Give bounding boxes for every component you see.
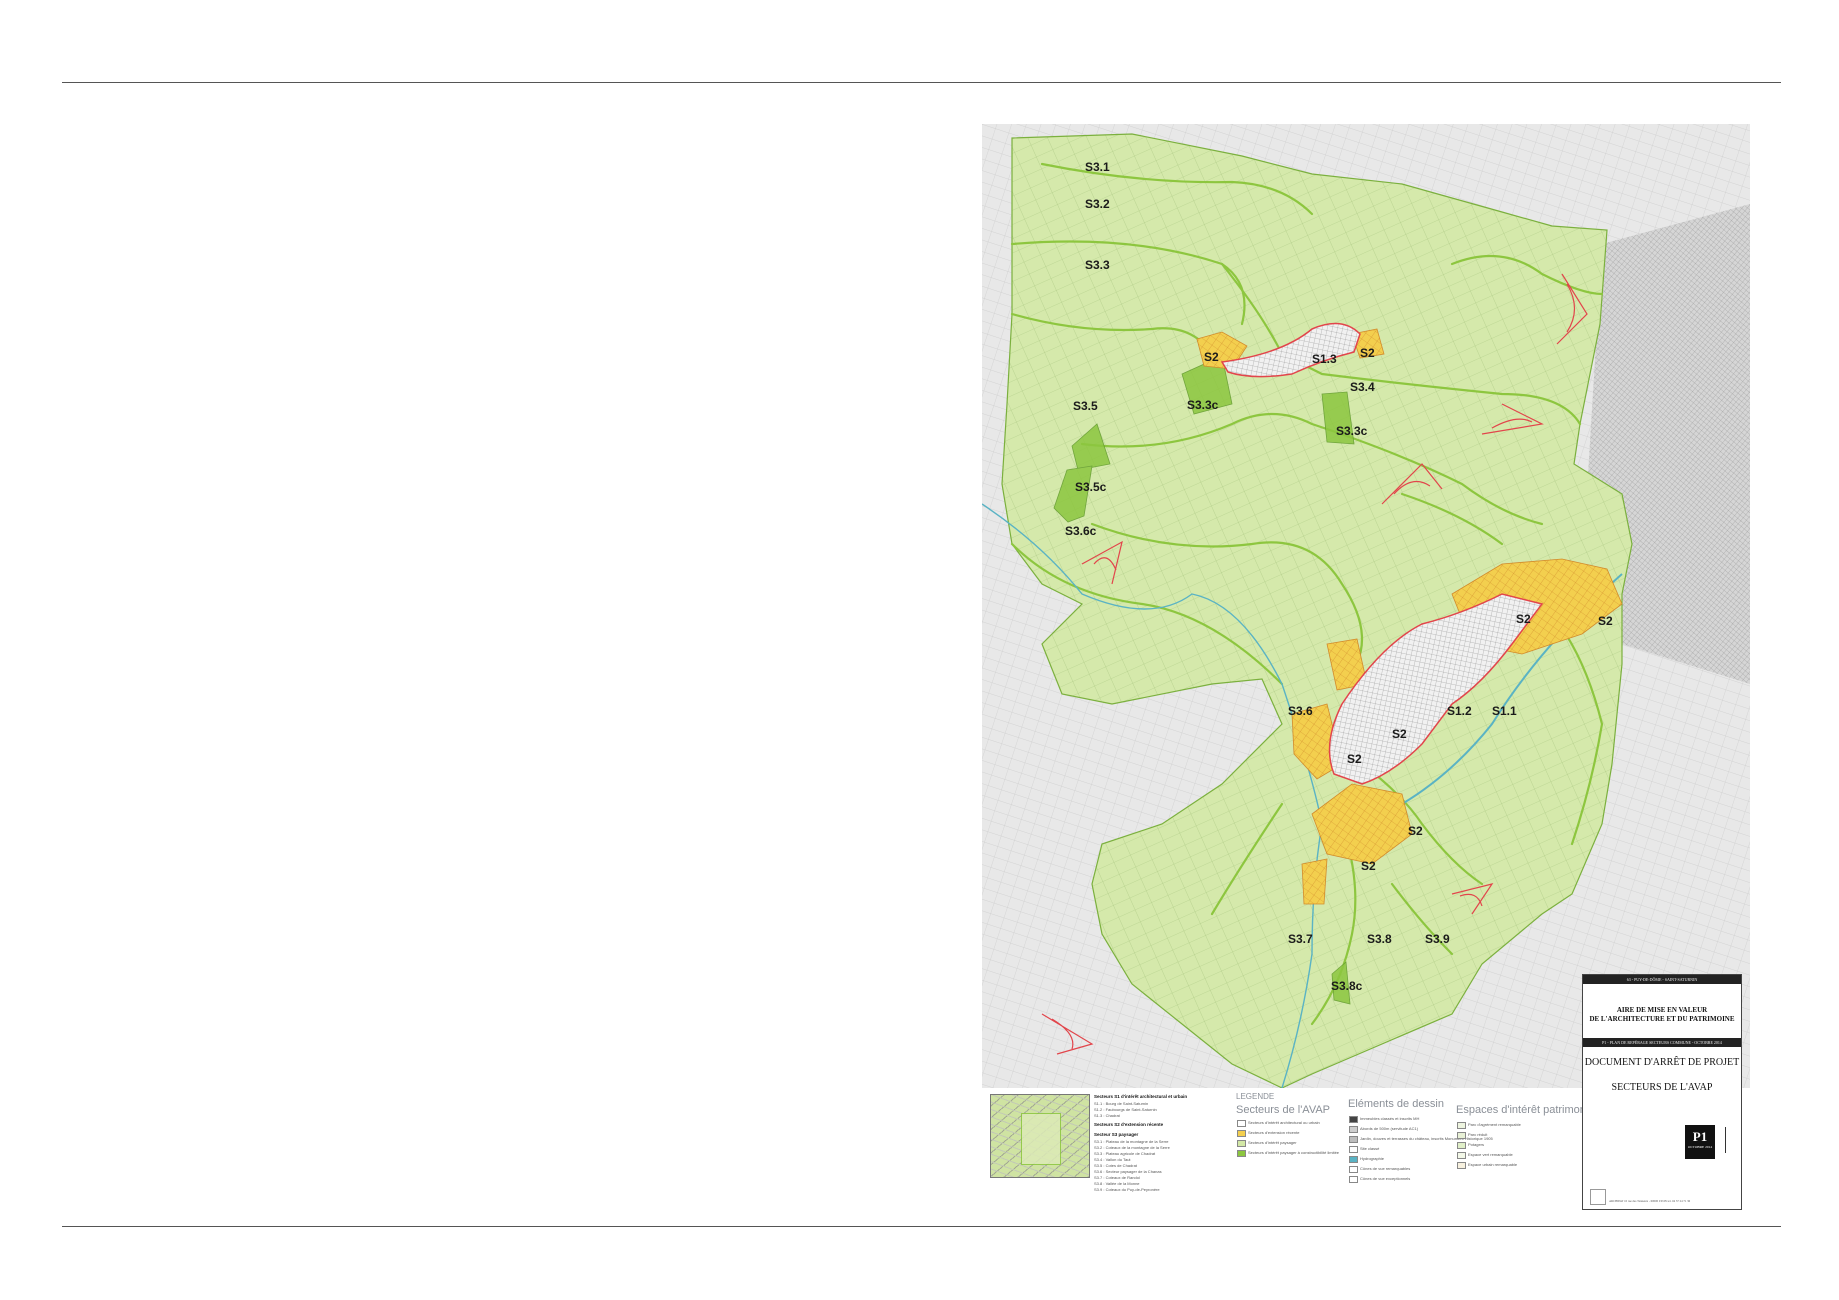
legend-space-swatch (1457, 1142, 1466, 1149)
sector-label-s2-a: S2 (1204, 350, 1219, 364)
legend-element-swatch (1349, 1116, 1358, 1123)
sector-label-s2-g: S2 (1408, 824, 1423, 838)
legend-s3-title: Secteur S3 paysager (1094, 1132, 1139, 1137)
title-block-subheader: P1 - PLAN DE REPÉRAGE SECTEURS COMMUNE -… (1583, 1038, 1741, 1047)
title-block-doc-type: DOCUMENT D'ARRÊT DE PROJET (1584, 1057, 1740, 1068)
legend-space-item: Espace urbain remarquable (1468, 1162, 1518, 1167)
sector-label-s2-e: S2 (1392, 727, 1407, 741)
legend-spaces-heading: Espaces d'intérêt patrimonial (1456, 1104, 1597, 1116)
legend-element-swatch (1349, 1126, 1358, 1133)
legend-sector-swatch (1237, 1130, 1246, 1137)
legend-sector-swatch (1237, 1120, 1246, 1127)
sheet-date: OCTOBRE 2014 (1687, 1145, 1713, 1149)
sector-label-s3-5c: S3.5c (1075, 480, 1107, 494)
legend-element-swatch (1349, 1156, 1358, 1163)
legend-element-item: Hydrographie (1360, 1156, 1385, 1161)
legend-s3-item: S3.1 : Plateau de la montagne de la Serr… (1094, 1139, 1169, 1144)
sector-label-s3-2: S3.2 (1085, 197, 1110, 211)
legend-element-item: Cônes de vue remarquables (1360, 1166, 1411, 1171)
sector-label-s2-h: S2 (1361, 859, 1376, 873)
title-block-footer: ARCHIPAT 10 rue des Tanneurs - 60000 LYO… (1609, 1199, 1691, 1203)
legend-element-swatch (1349, 1146, 1358, 1153)
legend-space-swatch (1457, 1152, 1466, 1159)
bottom-rule (62, 1226, 1781, 1227)
legend-inset-map (990, 1094, 1090, 1178)
sector-label-s1-2: S1.2 (1447, 704, 1472, 718)
title-block-stamp (1590, 1189, 1606, 1205)
legend-s1-item: S1.2 : Faubourgs de Saint-Saturnin (1094, 1107, 1157, 1112)
legend-s3-item: S3.7 : Coteaux de Randol (1094, 1175, 1140, 1180)
title-block: 63 - PUY-DE-DÔME - SAINT-SATURNIN AIRE D… (1582, 974, 1742, 1210)
title-block-doc-title: SECTEURS DE L'AVAP (1611, 1082, 1713, 1093)
legend-space-item: Potagers (1468, 1142, 1485, 1147)
sector-label-s2-b: S2 (1360, 346, 1375, 360)
legend-element-swatch (1349, 1136, 1358, 1143)
legend-space-swatch (1457, 1132, 1466, 1139)
legend-sectors-heading: Secteurs de l'AVAP (1236, 1104, 1331, 1116)
title-block-title-2: DE L'ARCHITECTURE ET DU PATRIMOINE (1589, 1015, 1735, 1023)
legend-space-item: Parc réduit (1468, 1132, 1488, 1137)
sector-label-s3-8: S3.8 (1367, 932, 1392, 946)
legend-s1-item: S1.3 : Chadrat (1094, 1113, 1120, 1118)
legend-elements-heading: Eléments de dessin (1348, 1098, 1444, 1110)
avap-map-sheet: S3.1 S3.2 S3.3 S2 S1.3 S2 S3.4 S3.5 S3.3c S3.3c S3… (982, 124, 1750, 1210)
legend-element-item: Site classé (1360, 1146, 1380, 1151)
legend-element-swatch (1349, 1176, 1358, 1183)
top-rule (62, 82, 1781, 83)
legend-sector-item: Secteurs d'extension récente (1248, 1130, 1300, 1135)
sector-label-s1-1: S1.1 (1492, 704, 1517, 718)
sector-label-s2-d: S2 (1598, 614, 1613, 628)
sector-label-s3-9: S3.9 (1425, 932, 1450, 946)
title-block-title-1: AIRE DE MISE EN VALEUR (1616, 1006, 1708, 1014)
legend-element-item: Immeubles classés et inscrits MH (1360, 1116, 1420, 1121)
legend-s3-item: S3.3 : Plateau agricole de Chadrat (1094, 1151, 1156, 1156)
legend-element-item: Abords de 500m (servitude AC1) (1360, 1126, 1419, 1131)
legend-space-item: Espace vert remarquable (1468, 1152, 1513, 1157)
sheet-code-box: P1 OCTOBRE 2014 (1685, 1125, 1715, 1159)
sector-label-s3-3c-b: S3.3c (1336, 424, 1368, 438)
sector-label-s3-4: S3.4 (1350, 380, 1375, 394)
legend-sector-item: Secteurs d'intérêt architectural ou urba… (1248, 1120, 1320, 1125)
sector-label-s3-8c: S3.8c (1331, 979, 1363, 993)
sheet-code: P1 (1692, 1129, 1708, 1144)
legend-s1-title: Secteurs S1 d'intérêt architectural et u… (1094, 1094, 1188, 1099)
legend-space-item: Parc d'agrément remarquable (1468, 1122, 1521, 1127)
sector-label-s3-6: S3.6 (1288, 704, 1313, 718)
legend-s3-item: S3.4 : Vallon du Taut (1094, 1157, 1131, 1162)
legend-panel: Secteurs S1 d'intérêt architectural et u… (982, 1088, 1597, 1210)
sector-label-s3-6c: S3.6c (1065, 524, 1097, 538)
legend-element-item: Cônes de vue exceptionnels (1360, 1176, 1411, 1181)
sector-label-s3-3c-a: S3.3c (1187, 398, 1219, 412)
legend-s1-item: S1.1 : Bourg de Saint-Saturnin (1094, 1101, 1149, 1106)
sector-label-s3-5: S3.5 (1073, 399, 1098, 413)
legend-s3-item: S3.5 : Cotes de Chadrat (1094, 1163, 1137, 1168)
legend-s3-item: S3.6 : Secteur paysager de la Chanas (1094, 1169, 1162, 1174)
legend-s3-item: S3.8 : Vallée de la Monne (1094, 1181, 1140, 1186)
legend-space-swatch (1457, 1162, 1466, 1169)
sector-label-s2-f: S2 (1347, 752, 1362, 766)
legend-s3-item: S3.2 : Coteaux de la montagne de la Serr… (1094, 1145, 1170, 1150)
legend-s2-title: Secteurs S2 d'extension récente (1094, 1122, 1164, 1127)
sector-label-s3-7: S3.7 (1288, 932, 1313, 946)
sector-label-s1-3: S1.3 (1312, 352, 1337, 366)
legend-sector-swatch (1237, 1150, 1246, 1157)
sector-label-s3-1: S3.1 (1085, 160, 1110, 174)
legend-sector-item: Secteurs d'intérêt paysager (1248, 1140, 1297, 1145)
legend-sector-item: Secteurs d'intérêt paysager à constructi… (1248, 1150, 1340, 1155)
legend-s3-item: S3.9 : Coteaux du Puy-de-Peyronère (1094, 1187, 1160, 1192)
legend-space-swatch (1457, 1122, 1466, 1129)
legend-sector-swatch (1237, 1140, 1246, 1147)
sector-label-s2-c: S2 (1516, 612, 1531, 626)
sector-label-s3-3: S3.3 (1085, 258, 1110, 272)
title-block-header: 63 - PUY-DE-DÔME - SAINT-SATURNIN (1583, 975, 1741, 984)
legend-element-swatch (1349, 1166, 1358, 1173)
north-arrow-icon (1725, 1127, 1730, 1153)
legend-heading: LEGENDE (1236, 1092, 1275, 1101)
